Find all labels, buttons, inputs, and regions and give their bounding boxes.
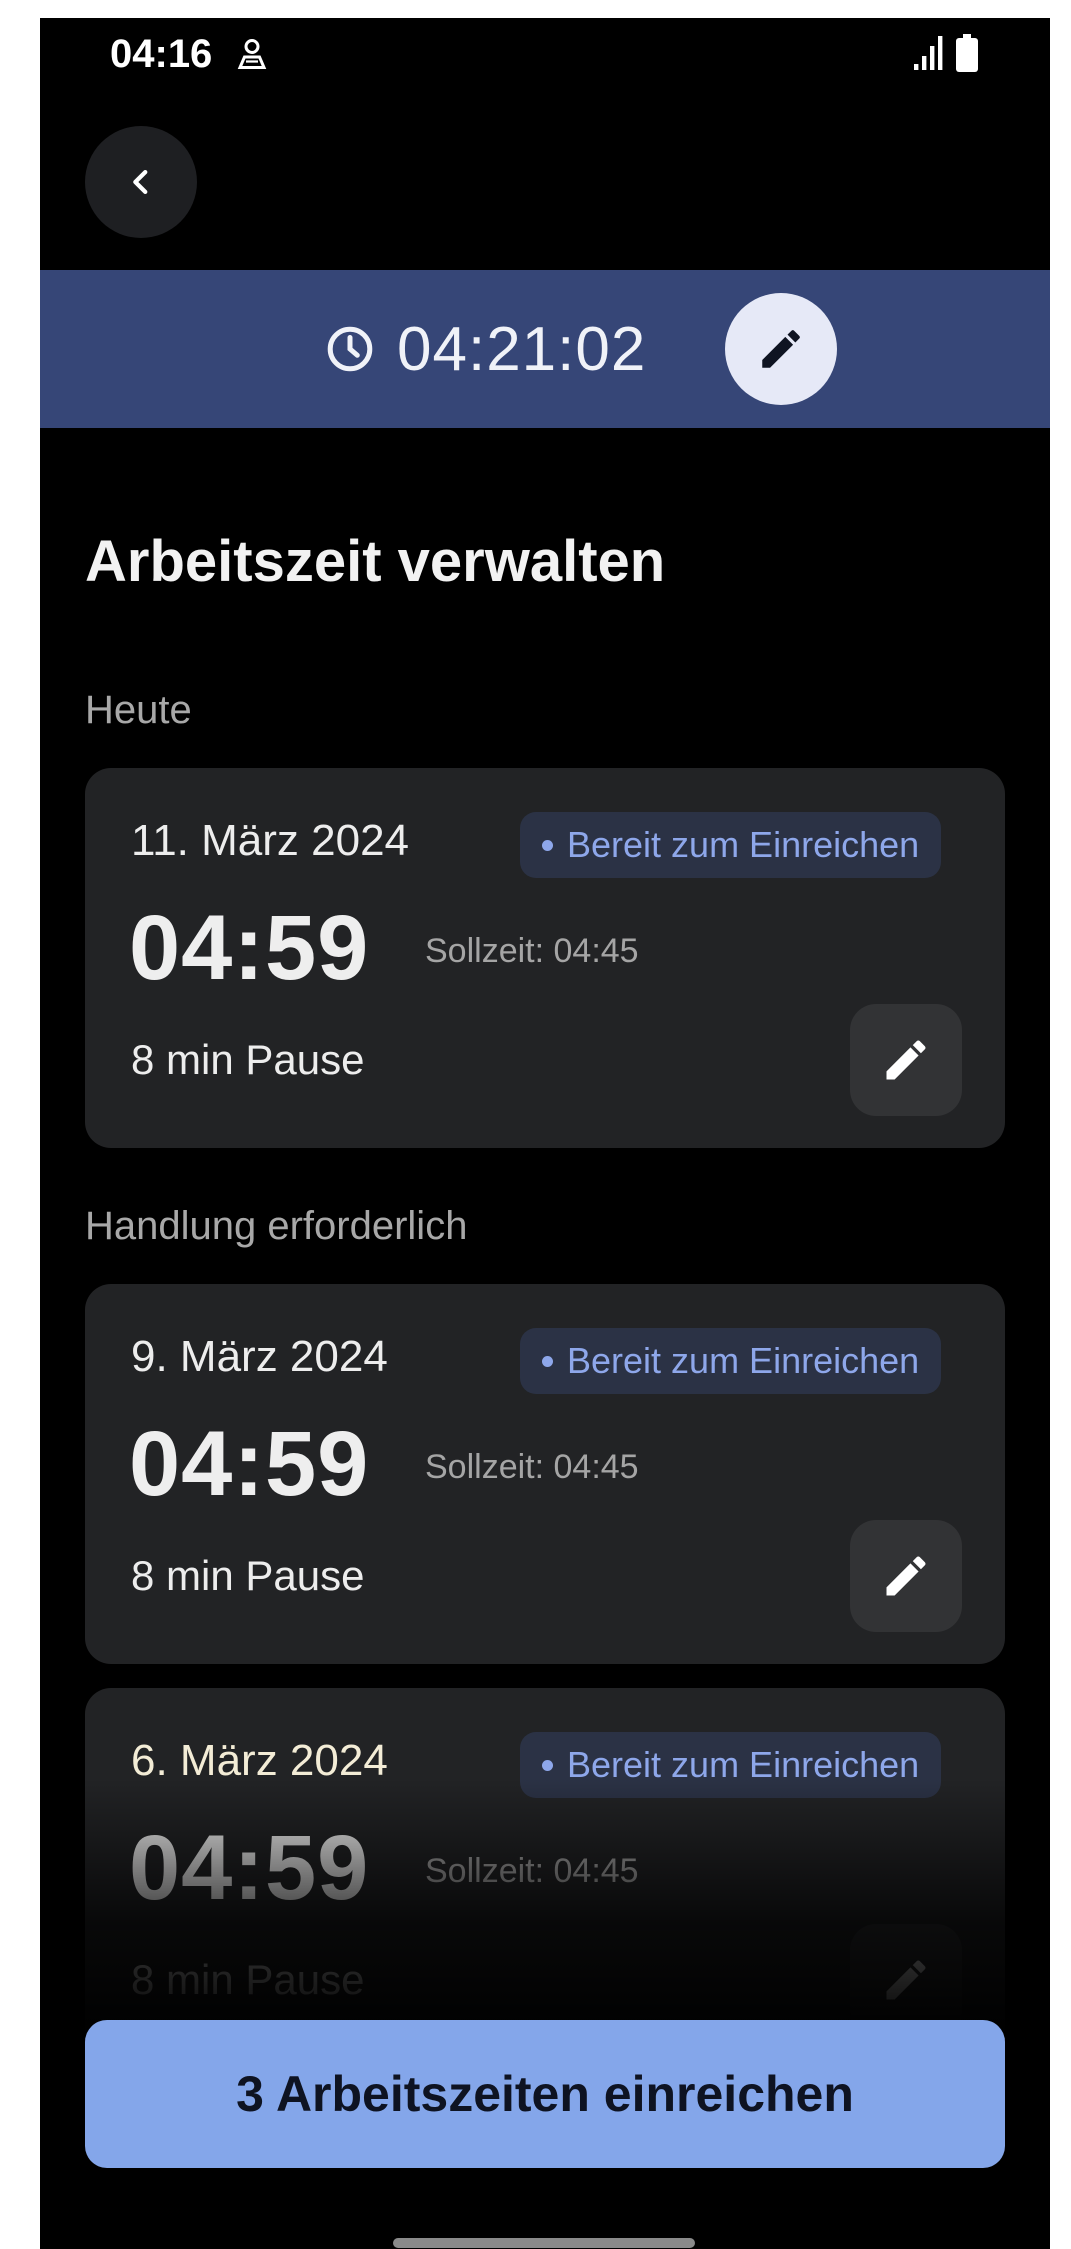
- status-dot: [542, 1355, 553, 1367]
- entry-target-time: Sollzeit: 04:45: [425, 1852, 639, 1890]
- entry-pause: 8 min Pause: [131, 1956, 365, 2003]
- pencil-icon: [886, 1040, 926, 1080]
- entry-target-time: Sollzeit: 04:45: [425, 1448, 639, 1486]
- entry-date: 9. März 2024: [131, 1332, 388, 1381]
- timer-banner: 04:21:02: [40, 270, 1050, 428]
- status-dot: [542, 839, 553, 851]
- status-icons: [912, 32, 978, 72]
- battery-icon: [956, 34, 978, 72]
- entry-date: 6. März 2024: [131, 1736, 388, 1785]
- timer-display: 04:21:02: [325, 270, 646, 428]
- entry-hours: 04:59: [129, 897, 370, 999]
- section-label-today: Heute: [85, 688, 192, 732]
- home-indicator[interactable]: [393, 2238, 695, 2248]
- status-badge: Bereit zum Einreichen: [520, 812, 942, 878]
- status-bar: 04:16: [40, 18, 1050, 98]
- entry-pause: 8 min Pause: [131, 1552, 365, 1599]
- status-dot: [542, 1759, 553, 1771]
- page-title: Arbeitszeit verwalten: [85, 529, 666, 594]
- entry-date: 11. März 2024: [131, 816, 410, 865]
- entry-pause: 8 min Pause: [131, 1036, 365, 1083]
- status-text: Bereit zum Einreichen: [567, 1340, 920, 1381]
- status-badge: Bereit zum Einreichen: [520, 1732, 942, 1798]
- time-entry-card[interactable]: 11. März 2024 Bereit zum Einreichen 04:5…: [85, 768, 1005, 1148]
- pencil-icon: [762, 330, 800, 368]
- time-entry-card[interactable]: 6. März 2024 Bereit zum Einreichen 04:59…: [85, 1688, 1005, 2068]
- edit-entry-button[interactable]: [850, 1520, 962, 1632]
- back-button[interactable]: [85, 126, 197, 238]
- submit-entries-button[interactable]: 3 Arbeitszeiten einreichen: [85, 2020, 1005, 2168]
- clock-icon: [327, 326, 373, 372]
- timer-value: 04:21:02: [397, 314, 647, 384]
- timer-edit-button[interactable]: [725, 293, 837, 405]
- edit-entry-button[interactable]: [850, 1004, 962, 1116]
- pencil-icon: [886, 1960, 926, 2000]
- pencil-icon: [886, 1556, 926, 1596]
- status-text: Bereit zum Einreichen: [567, 824, 920, 865]
- person-location-icon: [237, 39, 267, 69]
- section-label-action-required: Handlung erforderlich: [85, 1204, 468, 1248]
- status-badge: Bereit zum Einreichen: [520, 1328, 942, 1394]
- entry-hours: 04:59: [129, 1817, 370, 1919]
- status-time: 04:16: [110, 32, 213, 76]
- app-screen: 04:16 04:21:02 Arbeitszeit verwalten Heu…: [40, 18, 1050, 2249]
- chevron-left-icon: [133, 169, 148, 195]
- entry-hours: 04:59: [129, 1413, 370, 1515]
- time-entry-card[interactable]: 9. März 2024 Bereit zum Einreichen 04:59…: [85, 1284, 1005, 1664]
- entry-target-time: Sollzeit: 04:45: [425, 932, 639, 970]
- status-text: Bereit zum Einreichen: [567, 1744, 920, 1785]
- signal-icon: [914, 36, 943, 70]
